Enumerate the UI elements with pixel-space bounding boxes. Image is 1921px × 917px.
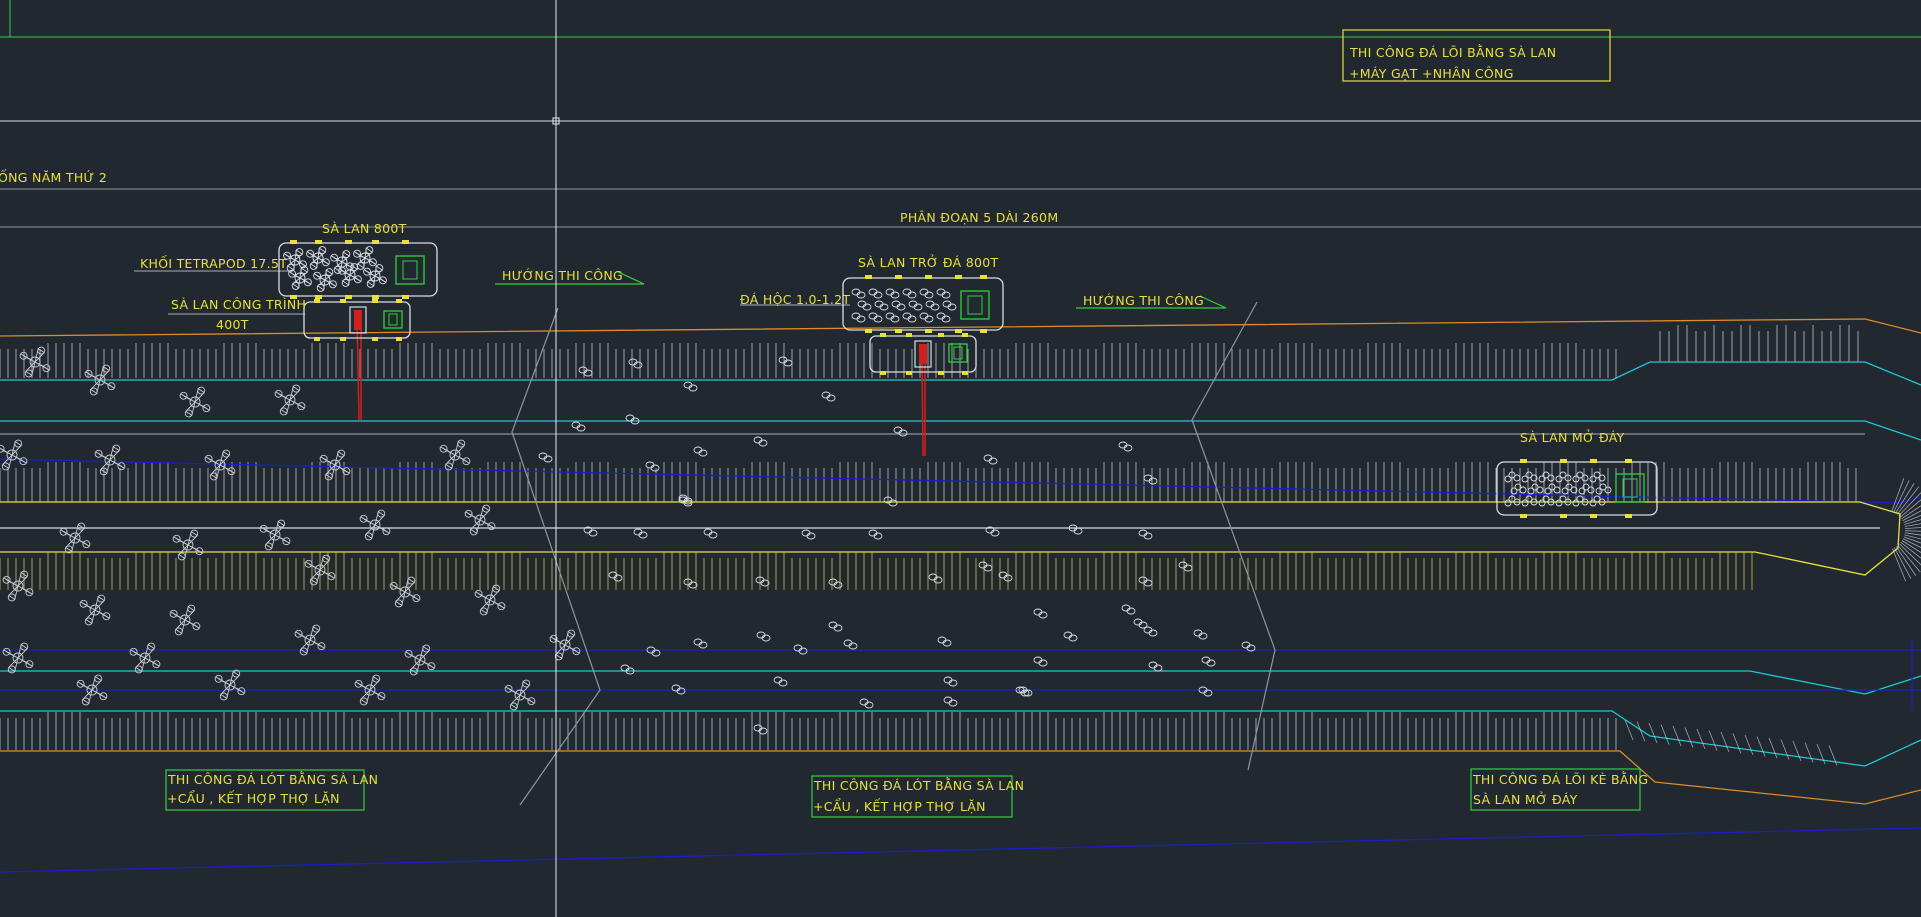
year-label: ỐNG NĂM THỨ 2 <box>0 169 107 185</box>
stone-size-label: ĐÁ HỘC 1.0-1.2T <box>740 292 850 307</box>
segment-label: PHÂN ĐOẠN 5 DÀI 260M <box>900 210 1058 225</box>
note-top-right-line2: +MÁY GẠT +NHÂN CÔNG <box>1349 66 1514 81</box>
tetrapod-label: KHỐI TETRAPOD 17.5T <box>140 255 287 271</box>
direction-label-2: HƯỚNG THI CÔNG <box>1083 293 1204 308</box>
note-bottom-right-line1: THI CÔNG ĐÁ LÕI KÈ BẰNG <box>1472 771 1648 787</box>
stone-barge-label: SÀ LAN TRỞ ĐÁ 800T <box>858 254 998 270</box>
note-bottom-mid-line1: THI CÔNG ĐÁ LÓT BẰNG SÀ LAN <box>813 777 1024 793</box>
note-bottom-left-line2: +CẨU , KẾT HỢP THỢ LẶN <box>167 790 340 806</box>
direction-label-1: HƯỚNG THI CÔNG <box>502 268 623 283</box>
note-top-right-line1: THI CÔNG ĐÁ LÕI BẰNG SÀ LAN <box>1349 44 1556 60</box>
note-bottom-left-line1: THI CÔNG ĐÁ LÓT BẰNG SÀ LAN <box>167 771 378 787</box>
note-bottom-right-line2: SÀ LAN MỞ ĐÁY <box>1473 791 1578 807</box>
work-barge-label: SÀ LAN CÔNG TRÌNH <box>171 297 306 312</box>
dump-barge-label: SÀ LAN MỞ ĐÁY <box>1520 429 1625 445</box>
barge-800t-label: SÀ LAN 800T <box>322 221 407 236</box>
work-barge-tonnage-label: 400T <box>216 317 249 332</box>
note-bottom-mid-line2: +CẨU , KẾT HỢP THỢ LẶN <box>813 798 986 814</box>
cad-drawing-canvas[interactable]: ỐNG NĂM THỨ 2 PHÂN ĐOẠN 5 DÀI 260M SÀ LA… <box>0 0 1921 917</box>
